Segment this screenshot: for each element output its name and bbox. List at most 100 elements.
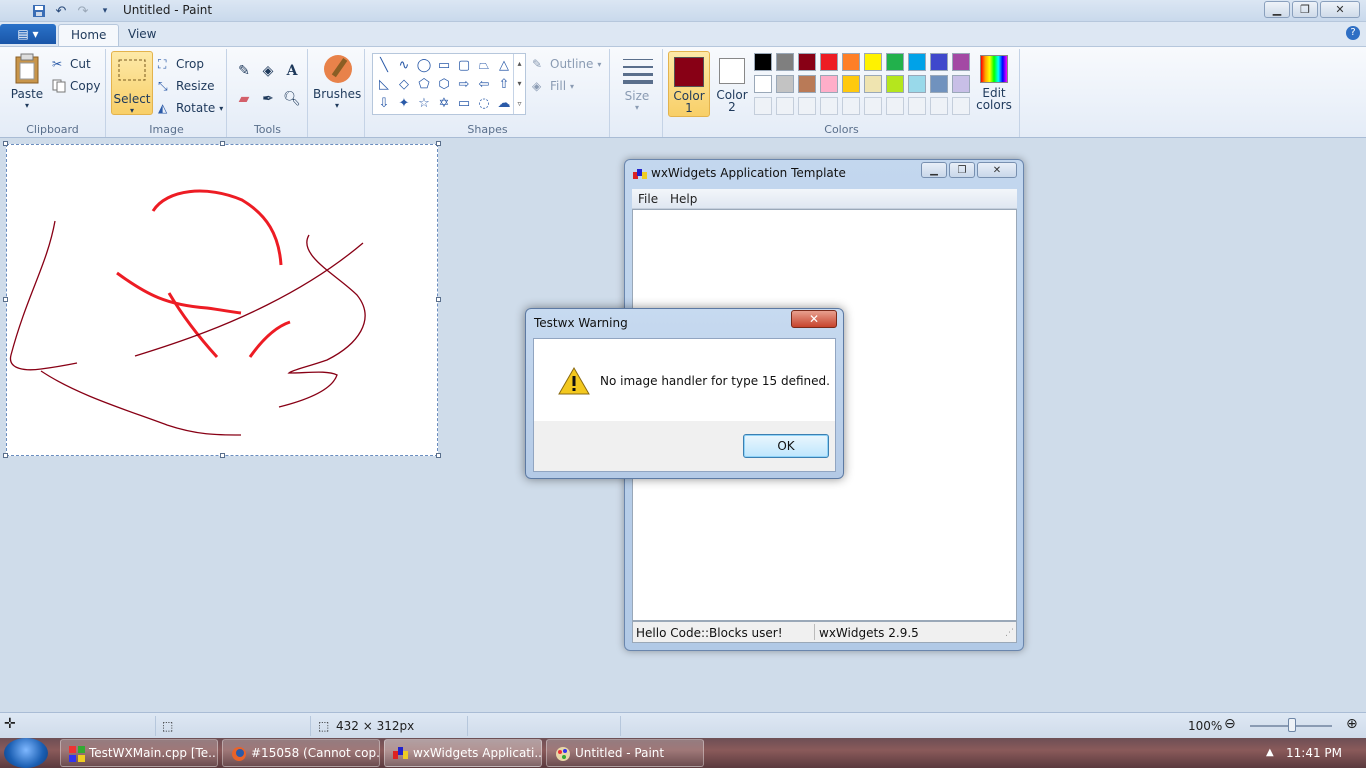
resize-handle[interactable]: [436, 297, 441, 302]
show-hidden-icons-icon[interactable]: ▲: [1266, 747, 1274, 758]
rounded-callout-shape-icon[interactable]: ▭: [455, 94, 473, 112]
custom-color-slot[interactable]: [754, 97, 772, 115]
custom-color-slot[interactable]: [842, 97, 860, 115]
wx-minimize-button[interactable]: ▁: [921, 162, 947, 178]
right-triangle-shape-icon[interactable]: ◺: [375, 75, 393, 93]
tab-home[interactable]: Home: [58, 24, 120, 46]
wx-menu-file[interactable]: File: [638, 192, 658, 206]
down-arrow-shape-icon[interactable]: ⇩: [375, 94, 393, 112]
palette-swatch[interactable]: [908, 53, 926, 71]
ok-button[interactable]: OK: [743, 434, 829, 458]
save-icon[interactable]: [30, 2, 48, 20]
palette-swatch[interactable]: [776, 75, 794, 93]
oval-callout-shape-icon[interactable]: ◌: [475, 94, 493, 112]
undo-icon[interactable]: ↶: [52, 2, 70, 20]
hexagon-shape-icon[interactable]: ⬡: [435, 75, 453, 93]
resize-handle[interactable]: [220, 141, 225, 146]
triangle-shape-icon[interactable]: △: [495, 56, 513, 74]
custom-color-slot[interactable]: [908, 97, 926, 115]
outline-button[interactable]: ✎ Outline ▾: [532, 57, 601, 71]
palette-swatch[interactable]: [798, 75, 816, 93]
taskbar-item-firefox[interactable]: #15058 (Cannot cop...: [222, 739, 380, 767]
paint-menu-button[interactable]: ▤ ▾: [0, 24, 56, 44]
color1-button[interactable]: Color 1: [668, 51, 710, 117]
custom-color-slot[interactable]: [952, 97, 970, 115]
taskbar-clock[interactable]: 11:41 PM: [1286, 746, 1342, 760]
taskbar-item-wxwidgets[interactable]: wxWidgets Applicati...: [384, 739, 542, 767]
maximize-button[interactable]: ❐: [1292, 1, 1318, 18]
palette-swatch[interactable]: [842, 75, 860, 93]
up-arrow-shape-icon[interactable]: ⇧: [495, 75, 513, 93]
wx-menu-help[interactable]: Help: [670, 192, 697, 206]
custom-color-slot[interactable]: [886, 97, 904, 115]
palette-swatch[interactable]: [798, 53, 816, 71]
redo-icon[interactable]: ↷: [74, 2, 92, 20]
palette-swatch[interactable]: [754, 53, 772, 71]
size-button[interactable]: Size ▾: [617, 55, 657, 112]
select-button[interactable]: Select ▾: [111, 51, 153, 115]
palette-swatch[interactable]: [930, 75, 948, 93]
cloud-callout-shape-icon[interactable]: ☁: [495, 94, 513, 112]
palette-swatch[interactable]: [842, 53, 860, 71]
palette-swatch[interactable]: [820, 53, 838, 71]
rectangle-shape-icon[interactable]: ▭: [435, 56, 453, 74]
fill-bucket-icon[interactable]: ◈: [258, 61, 278, 81]
four-point-star-shape-icon[interactable]: ✦: [395, 94, 413, 112]
size-grip-icon[interactable]: ⋰: [1005, 628, 1014, 638]
wx-close-button[interactable]: ✕: [977, 162, 1017, 178]
palette-swatch[interactable]: [754, 75, 772, 93]
minimize-button[interactable]: ▁: [1264, 1, 1290, 18]
resize-handle[interactable]: [436, 453, 441, 458]
zoom-slider-thumb[interactable]: [1288, 718, 1296, 732]
palette-swatch[interactable]: [952, 75, 970, 93]
start-button[interactable]: [4, 738, 48, 768]
diamond-shape-icon[interactable]: ◇: [395, 75, 413, 93]
palette-swatch[interactable]: [886, 75, 904, 93]
brushes-button[interactable]: Brushes ▾: [313, 53, 361, 110]
palette-swatch[interactable]: [952, 53, 970, 71]
palette-swatch[interactable]: [864, 53, 882, 71]
cut-button[interactable]: ✂ Cut: [52, 57, 91, 71]
palette-swatch[interactable]: [930, 53, 948, 71]
palette-swatch[interactable]: [908, 75, 926, 93]
eraser-icon[interactable]: ▰: [234, 89, 254, 109]
resize-handle[interactable]: [220, 453, 225, 458]
pencil-icon[interactable]: ✎: [234, 61, 254, 81]
palette-swatch[interactable]: [820, 75, 838, 93]
palette-swatch[interactable]: [886, 53, 904, 71]
custom-color-slot[interactable]: [864, 97, 882, 115]
magnifier-icon[interactable]: 🔍︎: [282, 89, 302, 109]
customize-qat-icon[interactable]: ▾: [96, 2, 114, 20]
edit-colors-button[interactable]: Edit colors: [976, 51, 1012, 117]
shapes-scrollbar[interactable]: ▴ ▾ ▿: [513, 54, 525, 114]
rotate-button[interactable]: ◭ Rotate ▾: [158, 101, 223, 115]
wx-maximize-button[interactable]: ❐: [949, 162, 975, 178]
line-shape-icon[interactable]: ╲: [375, 56, 393, 74]
copy-button[interactable]: Copy: [52, 79, 100, 93]
palette-swatch[interactable]: [864, 75, 882, 93]
close-button[interactable]: ✕: [1320, 1, 1360, 18]
curve-shape-icon[interactable]: ∿: [395, 56, 413, 74]
custom-color-slot[interactable]: [930, 97, 948, 115]
zoom-out-icon[interactable]: ⊖: [1224, 716, 1236, 732]
resize-handle[interactable]: [3, 297, 8, 302]
help-icon[interactable]: ?: [1346, 26, 1360, 40]
six-point-star-shape-icon[interactable]: ✡: [435, 94, 453, 112]
rounded-rectangle-shape-icon[interactable]: ▢: [455, 56, 473, 74]
pentagon-shape-icon[interactable]: ⬠: [415, 75, 433, 93]
oval-shape-icon[interactable]: ◯: [415, 56, 433, 74]
custom-color-slot[interactable]: [776, 97, 794, 115]
resize-button[interactable]: ⤡ Resize: [158, 79, 214, 93]
tab-view[interactable]: View: [116, 24, 168, 46]
crop-button[interactable]: ⛶ Crop: [158, 57, 204, 71]
resize-handle[interactable]: [3, 453, 8, 458]
five-point-star-shape-icon[interactable]: ☆: [415, 94, 433, 112]
right-arrow-shape-icon[interactable]: ⇨: [455, 75, 473, 93]
polygon-shape-icon[interactable]: ⏢: [475, 56, 493, 74]
color2-button[interactable]: Color 2: [712, 51, 752, 117]
dialog-close-button[interactable]: ✕: [791, 310, 837, 328]
drawing-canvas[interactable]: [3, 141, 441, 458]
taskbar-item-paint[interactable]: Untitled - Paint: [546, 739, 704, 767]
resize-handle[interactable]: [436, 141, 441, 146]
taskbar-item-codeblocks[interactable]: TestWXMain.cpp [Te...: [60, 739, 218, 767]
